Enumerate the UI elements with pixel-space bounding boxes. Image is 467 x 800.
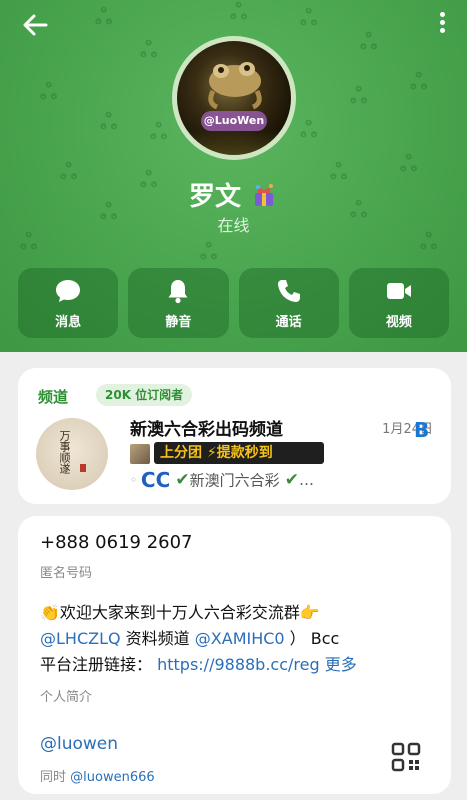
phone-number-label: 匿名号码 — [40, 566, 93, 581]
bio-text: 👏欢迎大家来到十万人六合彩交流群👉 @LHCZLQ 资料频道 @XAMIHC0 … — [40, 600, 440, 678]
mute-button-label: 静音 — [165, 314, 192, 330]
phone-number[interactable]: +888 0619 2607 — [40, 532, 193, 553]
channel-avatar[interactable]: 万事顺遂 — [36, 418, 108, 490]
frog-image — [208, 62, 262, 110]
check-mark-icon: ✔ — [175, 470, 190, 490]
channel-name: 新澳六合彩出码频道 — [130, 420, 283, 440]
call-button[interactable]: 通话 — [238, 268, 339, 338]
also-username: 同时 @luowen666 — [40, 766, 155, 785]
chat-bubble-icon — [56, 279, 81, 302]
avatar[interactable]: @LuoWen — [172, 36, 296, 160]
qr-code-icon[interactable] — [391, 742, 421, 772]
gift-box-emoji-icon — [255, 183, 274, 206]
mute-button[interactable]: 静音 — [128, 268, 229, 338]
online-status: 在线 — [217, 216, 250, 235]
bio-text-2: ） Bcc — [284, 629, 340, 648]
bio-register-prefix: 平台注册链接： — [40, 655, 153, 674]
also-username-link[interactable]: @luowen666 — [70, 770, 155, 785]
bio-more-button[interactable]: 更多 — [325, 655, 357, 674]
bell-icon — [168, 279, 188, 303]
bio-text-1: 资料频道 — [120, 629, 195, 648]
bio-link-xamihc0[interactable]: @XAMIHC0 — [195, 629, 285, 648]
channel-preview-text: ◦ CC ✔新澳门六合彩 ✔… — [130, 468, 314, 492]
also-prefix: 同时 — [40, 770, 71, 785]
channel-preview-line: 上分团 ⚡提款秒到 B — [130, 418, 440, 466]
back-arrow-icon[interactable] — [20, 10, 50, 40]
subscriber-count-badge: 20K 位订阅者 — [96, 384, 193, 406]
action-bar: 消息 静音 通话 视频 — [18, 268, 449, 338]
b-letter-icon: B — [414, 418, 430, 442]
call-button-label: 通话 — [275, 314, 302, 330]
message-button[interactable]: 消息 — [18, 268, 119, 338]
preview-thumbnail — [130, 444, 150, 464]
bio-register-url[interactable]: https://9888b.cc/reg — [157, 652, 320, 678]
avatar-handle-label: @LuoWen — [201, 111, 267, 131]
preview-banner: 上分团 ⚡提款秒到 — [154, 442, 324, 464]
bio-link-lhczlq[interactable]: @LHCZLQ — [40, 629, 121, 648]
preview-ellipsis: … — [298, 471, 314, 489]
profile-header: ஃஃ ஃஃ ஃஃ ஃஃ ஃஃ ஃஃ ஃஃ ஃஃ ஃஃ ஃஃ @LuoWen 罗文 — [0, 0, 467, 352]
check-mark-icon: ✔ — [284, 470, 299, 490]
message-button-label: 消息 — [55, 314, 82, 330]
preview-text: 新澳门六合彩 — [189, 471, 280, 490]
video-button-label: 视频 — [385, 314, 412, 330]
channel-section-title: 频道 — [38, 388, 69, 406]
video-button[interactable]: 视频 — [348, 268, 449, 338]
video-camera-icon — [386, 282, 411, 299]
bio-label: 个人简介 — [40, 690, 93, 705]
bio-line-1: 👏欢迎大家来到十万人六合彩交流群👉 — [40, 603, 320, 622]
username[interactable]: @luowen — [40, 734, 118, 754]
more-options-icon[interactable] — [437, 12, 447, 38]
info-card: +888 0619 2607 匿名号码 👏欢迎大家来到十万人六合彩交流群👉 @L… — [18, 516, 451, 794]
cc-emoji: CC — [140, 468, 171, 492]
profile-name: 罗文 — [188, 182, 241, 212]
channel-card[interactable]: 频道 20K 位订阅者 万事顺遂 新澳六合彩出码频道 1月24日 上分团 ⚡提款… — [18, 368, 451, 504]
phone-icon — [277, 279, 300, 302]
